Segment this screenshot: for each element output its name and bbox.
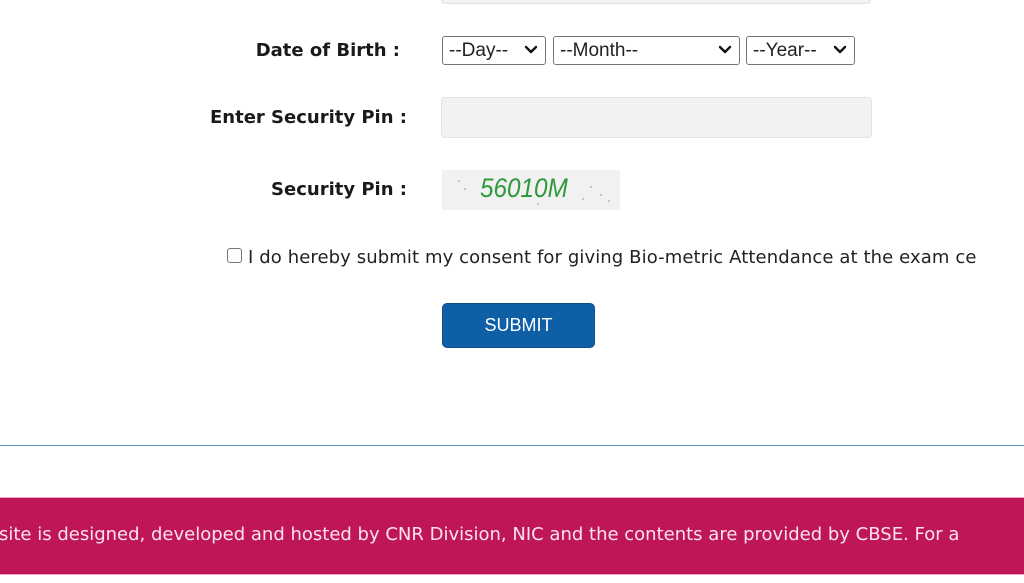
submit-button[interactable]: SUBMIT (442, 303, 595, 348)
captcha-noise (458, 180, 460, 182)
captcha-text: 56010M (480, 173, 568, 203)
consent-row: I do hereby submit my consent for giving… (227, 247, 977, 268)
chevron-down-icon (524, 45, 538, 54)
dob-label: Date of Birth : (255, 40, 400, 61)
captcha-image: 56010M (442, 170, 620, 210)
security-pin-input[interactable] (441, 97, 872, 138)
chevron-down-icon (718, 45, 732, 54)
security-pin-label: Security Pin : (271, 179, 407, 200)
consent-text: I do hereby submit my consent for giving… (248, 247, 977, 268)
chevron-down-icon (833, 45, 847, 54)
day-select-value: --Day-- (449, 39, 509, 61)
captcha-noise (464, 188, 466, 190)
previous-field-input[interactable] (441, 0, 871, 4)
page: Date of Birth : --Day-- --Month-- --Year… (0, 0, 1024, 583)
day-select[interactable]: --Day-- (442, 36, 546, 65)
footer: site is designed, developed and hosted b… (0, 497, 1024, 575)
captcha-noise (600, 194, 602, 196)
consent-checkbox[interactable] (227, 248, 242, 263)
month-select[interactable]: --Month-- (553, 36, 740, 65)
captcha-noise (590, 186, 592, 188)
enter-security-pin-label: Enter Security Pin : (209, 107, 407, 128)
divider (0, 445, 1024, 446)
captcha-noise (582, 198, 584, 200)
year-select-value: --Year-- (753, 39, 817, 61)
year-select[interactable]: --Year-- (746, 36, 855, 65)
month-select-value: --Month-- (560, 39, 639, 61)
footer-text: site is designed, developed and hosted b… (0, 524, 960, 545)
captcha-noise (608, 200, 610, 202)
